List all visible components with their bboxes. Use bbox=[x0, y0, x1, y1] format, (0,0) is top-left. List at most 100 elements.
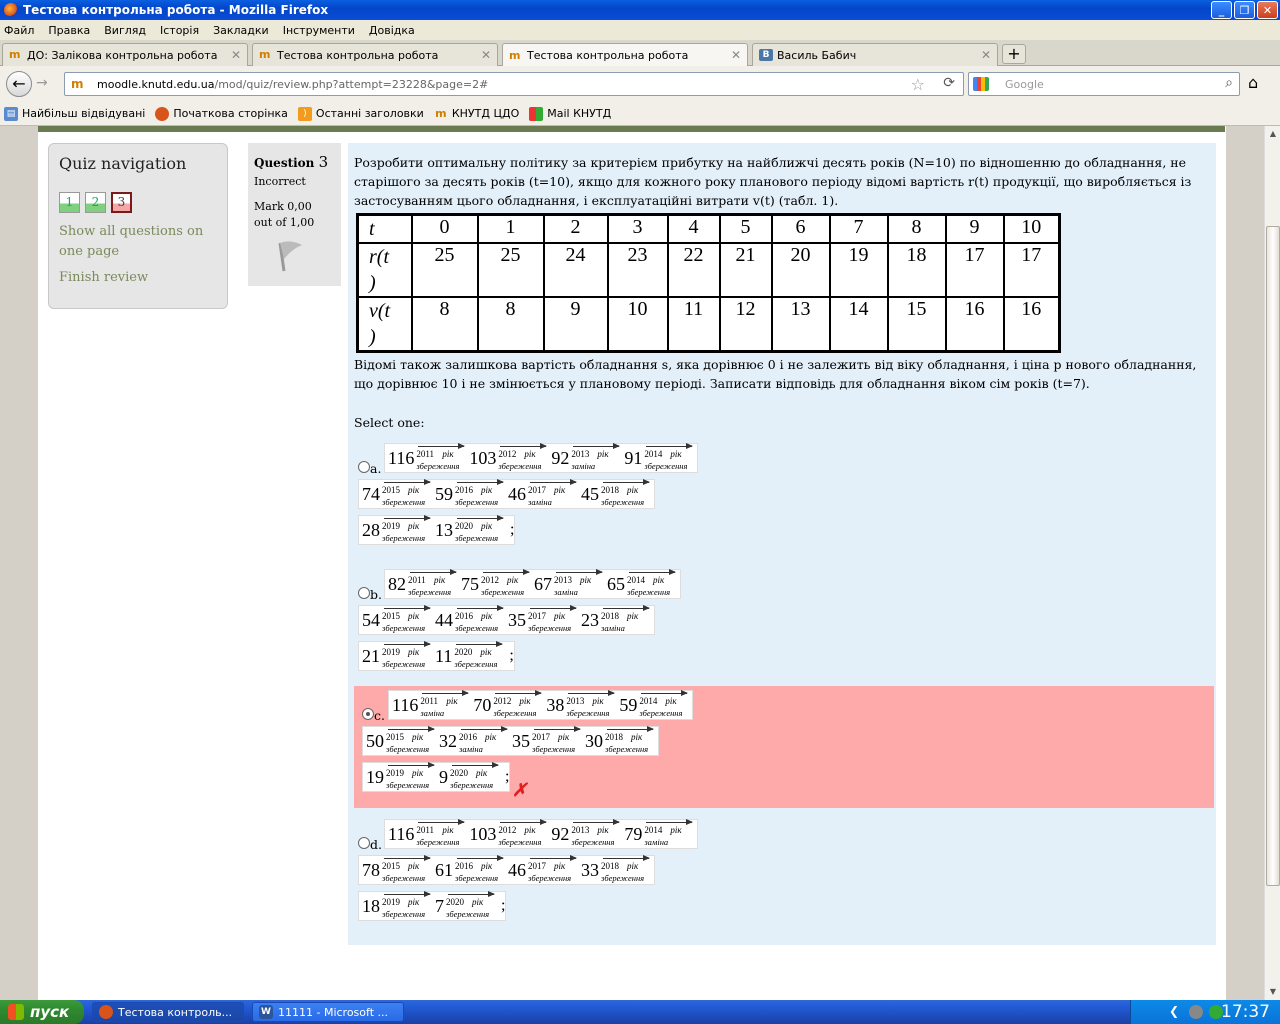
question-2-button[interactable]: 2 bbox=[85, 192, 106, 213]
vertical-scrollbar[interactable]: ▲ ▼ bbox=[1264, 126, 1280, 1000]
close-tab-icon[interactable]: ✕ bbox=[231, 48, 241, 62]
bookmark-star-icon[interactable]: ☆ bbox=[911, 75, 925, 94]
arrow-icon bbox=[483, 569, 530, 575]
scrollbar-thumb[interactable] bbox=[1266, 226, 1280, 886]
table-cell: 20 bbox=[770, 242, 831, 298]
profit-value: 82 bbox=[388, 573, 406, 594]
finish-review-link[interactable]: Finish review bbox=[59, 268, 148, 288]
forward-button[interactable]: → bbox=[36, 75, 48, 91]
volume-icon[interactable] bbox=[1189, 1005, 1203, 1019]
arrow-icon bbox=[384, 855, 431, 861]
decision-arrow: 2013 рік збереження bbox=[571, 819, 621, 848]
url-bar[interactable]: m moodle.knutd.edu.ua/mod/quiz/review.ph… bbox=[64, 72, 964, 96]
tray-expand-icon[interactable]: ❮ bbox=[1169, 1004, 1179, 1018]
bookmark-latest-headlines[interactable]: ) Останні заголовки bbox=[297, 106, 424, 121]
formula-step: 28 2019 рік збереження bbox=[362, 515, 435, 544]
back-button[interactable]: ← bbox=[6, 71, 32, 97]
scroll-up-icon[interactable]: ▲ bbox=[1265, 126, 1280, 142]
row-label: t bbox=[356, 213, 413, 244]
firefox-icon bbox=[99, 1005, 113, 1019]
google-icon[interactable] bbox=[973, 77, 989, 91]
reload-icon[interactable]: ⟳ bbox=[943, 75, 955, 91]
answer-option-b[interactable]: b. 82 2011 рік збереження 75 2012 рік збереження… bbox=[354, 565, 1214, 683]
answer-radio[interactable] bbox=[358, 837, 370, 849]
bookmark-mail-knutd[interactable]: Mail КНУТД bbox=[529, 106, 611, 121]
answer-radio[interactable] bbox=[358, 461, 370, 473]
answer-formula-image: 19 2019 рік збереження 9 2020 рік збереження; bbox=[362, 762, 511, 792]
answer-radio[interactable] bbox=[358, 587, 370, 599]
formula-step: 103 2012 рік збереження bbox=[469, 443, 551, 472]
decision-arrow: 2017 рік збереження bbox=[532, 726, 582, 755]
search-bar[interactable]: Google ⌕ bbox=[968, 72, 1240, 96]
row-label: v(t ) bbox=[356, 296, 413, 353]
taskbar-word[interactable]: W 11111 - Microsoft ... bbox=[252, 1002, 404, 1022]
scroll-down-icon[interactable]: ▼ bbox=[1265, 984, 1280, 1000]
table-cell: 9 bbox=[944, 213, 1005, 244]
table-cell: 12 bbox=[718, 296, 773, 353]
bookmark-start-page[interactable]: Початкова сторінка bbox=[155, 106, 288, 121]
menu-bookmarks[interactable]: Закладки bbox=[213, 24, 269, 37]
close-window-button[interactable]: ✕ bbox=[1257, 1, 1278, 19]
answer-option-c[interactable]: c. 116 2011 рік заміна 70 2012 рік збереження 38 2… bbox=[354, 686, 1214, 808]
decision-label: збереження bbox=[532, 744, 576, 754]
answer-formula-image: 82 2011 рік збереження 75 2012 рік збереження 67… bbox=[384, 569, 681, 599]
answer-option-d[interactable]: d. 116 2011 рік збереження 103 2012 рік збережен… bbox=[354, 815, 1214, 933]
menu-edit[interactable]: Правка bbox=[48, 24, 90, 37]
answer-formula-image: 54 2015 рік збереження 44 2016 рік збереження 35… bbox=[358, 605, 655, 635]
moodle-icon: m bbox=[9, 48, 21, 61]
decision-arrow: 2018 рік заміна bbox=[601, 605, 651, 634]
year-label: 2012 bbox=[481, 575, 499, 585]
table-cell: 17 bbox=[944, 242, 1005, 298]
search-icon[interactable]: ⌕ bbox=[1225, 75, 1233, 91]
profit-value: 50 bbox=[366, 730, 384, 751]
bookmark-knutd-cdo[interactable]: m КНУТД ЦДО bbox=[434, 107, 519, 121]
formula-step: 59 2014 рік збереження bbox=[619, 690, 692, 719]
tab-4[interactable]: B Василь Бабич ✕ bbox=[752, 43, 998, 66]
url-text[interactable]: moodle.knutd.edu.ua/mod/quiz/review.php?… bbox=[97, 78, 488, 91]
profit-value: 54 bbox=[362, 609, 380, 630]
year-word: рік bbox=[670, 825, 682, 835]
decision-label: збереження bbox=[382, 533, 426, 543]
year-label: 2018 bbox=[601, 485, 619, 495]
close-tab-icon[interactable]: ✕ bbox=[981, 48, 991, 62]
menu-file[interactable]: Файл bbox=[4, 24, 34, 37]
tab-2[interactable]: m Тестова контрольна робота ✕ bbox=[252, 43, 498, 66]
menu-history[interactable]: Історія bbox=[160, 24, 199, 37]
flag-question-icon[interactable] bbox=[274, 239, 304, 273]
tab-3-active[interactable]: m Тестова контрольна робота ✕ bbox=[502, 43, 748, 67]
question-1-button[interactable]: 1 bbox=[59, 192, 80, 213]
menu-help[interactable]: Довідка bbox=[369, 24, 415, 37]
start-button[interactable]: пуск bbox=[0, 1000, 84, 1024]
bookmark-most-visited[interactable]: ▤ Найбільш відвідувані bbox=[4, 106, 145, 121]
profit-value: 78 bbox=[362, 859, 380, 880]
profit-value: 74 bbox=[362, 483, 380, 504]
menu-view[interactable]: Вигляд bbox=[104, 24, 146, 37]
formula-step: 38 2013 рік збереження bbox=[546, 690, 619, 719]
answer-option-a[interactable]: a. 116 2011 рік збереження 103 2012 рік збережен… bbox=[354, 439, 1214, 557]
question-3-button[interactable]: 3 bbox=[111, 192, 132, 213]
decision-arrow: 2014 рік збереження bbox=[627, 569, 677, 598]
home-icon[interactable]: ⌂ bbox=[1248, 73, 1258, 92]
formula-step: 67 2013 рік заміна bbox=[534, 569, 607, 598]
menu-tools[interactable]: Інструменти bbox=[283, 24, 355, 37]
close-tab-icon[interactable]: ✕ bbox=[481, 48, 491, 62]
new-tab-button[interactable]: + bbox=[1002, 44, 1026, 64]
arrow-icon bbox=[384, 515, 431, 521]
formula-end: ; bbox=[510, 521, 515, 538]
formula-end: ; bbox=[501, 897, 506, 914]
answer-radio[interactable] bbox=[362, 708, 374, 720]
profit-value: 116 bbox=[392, 694, 419, 715]
taskbar-firefox[interactable]: Тестова контроль... bbox=[92, 1002, 244, 1022]
minimize-button[interactable]: _ bbox=[1211, 1, 1232, 19]
maximize-button[interactable]: ❐ bbox=[1234, 1, 1255, 19]
decision-label: заміна bbox=[644, 837, 669, 847]
year-label: 2019 bbox=[382, 521, 400, 531]
show-all-questions-link[interactable]: Show all questions on one page bbox=[59, 222, 203, 262]
tab-1[interactable]: m ДО: Залікова контрольна робота ✕ bbox=[2, 43, 248, 66]
year-word: рік bbox=[631, 732, 643, 742]
decision-arrow: 2012 рік збереження bbox=[481, 569, 531, 598]
close-tab-icon[interactable]: ✕ bbox=[731, 48, 741, 62]
year-label: 2018 bbox=[601, 611, 619, 621]
bookmark-folder-icon: ▤ bbox=[4, 106, 18, 121]
arrow-icon bbox=[457, 479, 504, 485]
